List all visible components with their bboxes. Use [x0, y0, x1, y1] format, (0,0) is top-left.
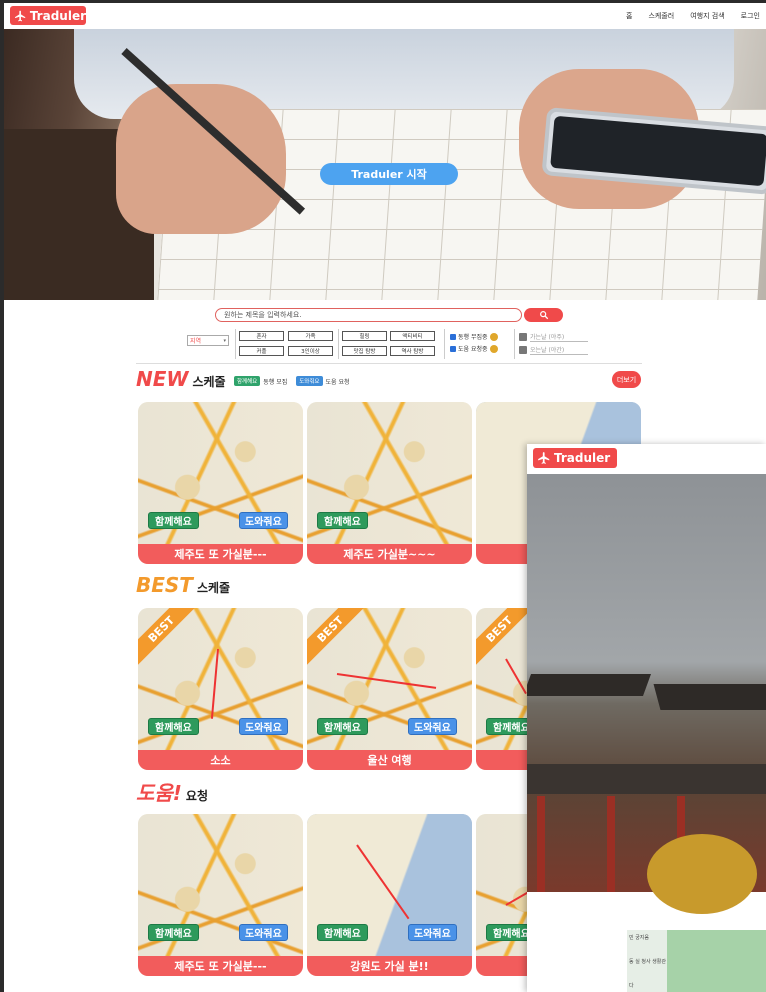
together-button[interactable]: 함께해요	[317, 924, 368, 941]
schedule-card[interactable]: 함께해요 도와줘요 강원도 가실 분!!	[307, 814, 472, 976]
help-title-big: 도움!	[136, 781, 182, 805]
logo-text: Traduler	[29, 8, 86, 23]
return-field-value: 오는날 (야간)	[530, 345, 588, 355]
airplane-icon	[538, 452, 550, 464]
palace-roof	[527, 674, 652, 696]
card-title: 울산 여행	[307, 750, 472, 770]
best-title-small: 스케줄	[196, 581, 231, 595]
check-companion[interactable]: 동행 무집중	[450, 332, 498, 341]
filter-activity[interactable]: 액티비티	[390, 331, 435, 341]
car-icon	[519, 333, 527, 341]
legend-help-text: 도움 요청	[325, 378, 350, 386]
nav-destination-search[interactable]: 여행지 검색	[690, 11, 724, 21]
region-select-value: 지역	[190, 338, 202, 345]
popup-logo-text: Traduler	[554, 451, 611, 465]
hero-banner: Traduler 시작	[4, 29, 766, 300]
card-title: 강원도 가실 분!!	[307, 956, 472, 976]
palace-roof	[527, 764, 766, 794]
search-icon	[539, 311, 548, 320]
help-button[interactable]: 도와줘요	[408, 924, 457, 941]
departure-field-value: 가는날 (야주)	[530, 332, 588, 342]
card-title: 제주도 가실분~~~	[307, 544, 472, 564]
together-button[interactable]: 함께해요	[317, 718, 368, 735]
filter-three-plus[interactable]: 3인이상	[288, 346, 333, 356]
together-button[interactable]: 함께해요	[317, 512, 368, 529]
help-button[interactable]: 도와줘요	[239, 718, 288, 735]
schedule-card[interactable]: 함께해요 도와줘요 제주도 또 가실분---	[138, 814, 303, 976]
top-nav: 홈 스케줄러 여행지 검색 로그인	[626, 11, 760, 21]
legend-help-tag: 도와줘요	[296, 376, 323, 386]
palace-pillar	[537, 796, 545, 892]
filter-family[interactable]: 가족	[288, 331, 333, 341]
help-title-small: 요청	[185, 789, 209, 803]
new-section-title: NEW 스케줄	[136, 367, 226, 391]
nav-login[interactable]: 로그인	[741, 11, 760, 21]
map-label: 동 실 청사 생활관	[629, 959, 666, 965]
best-section-title: BEST 스케줄	[136, 573, 230, 597]
map-label: 다	[629, 983, 634, 989]
check-help-label: 도움 요청중	[458, 346, 488, 353]
header: Traduler 홈 스케줄러 여행지 검색 로그인	[4, 3, 766, 29]
status-dot-icon	[489, 344, 498, 353]
filter-food-tour[interactable]: 맛집 탐방	[342, 346, 387, 356]
checkbox-icon	[450, 345, 456, 352]
help-button[interactable]: 도와줘요	[239, 924, 288, 941]
check-help-request[interactable]: 도움 요청중	[450, 344, 498, 353]
logo[interactable]: Traduler	[10, 6, 86, 25]
schedule-card[interactable]: BEST 함께해요 도와줘요 울산 여행	[307, 608, 472, 770]
filter-divider	[514, 329, 515, 359]
together-button[interactable]: 함께해요	[148, 718, 199, 735]
card-title: 소소	[138, 750, 303, 770]
filter-couple[interactable]: 커플	[239, 346, 284, 356]
check-companion-label: 동행 무집중	[458, 334, 488, 341]
search-input[interactable]: 원하는 제목을 입력하세요.	[215, 308, 522, 322]
palace-photo	[527, 474, 766, 914]
overlay-window[interactable]: Traduler 민 궁지움 동 실 청사 생활관 다	[527, 444, 766, 992]
help-section-title: 도움! 요청	[136, 777, 208, 806]
map-label: 민 궁지움	[629, 935, 649, 941]
schedule-card[interactable]: 함께해요 도와줘요 제주도 또 가실분---	[138, 402, 303, 564]
airplane-icon	[15, 10, 26, 21]
map-park	[667, 930, 766, 992]
departure-field[interactable]: 가는날 (야주)	[519, 332, 588, 342]
autumn-tree	[647, 834, 757, 914]
more-button[interactable]: 더보기	[612, 371, 641, 388]
together-button[interactable]: 함께해요	[148, 512, 199, 529]
new-title-small: 스케줄	[192, 375, 226, 389]
schedule-card[interactable]: 함께해요 제주도 가실분~~~	[307, 402, 472, 564]
help-button[interactable]: 도와줘요	[408, 718, 457, 735]
start-button[interactable]: Traduler 시작	[320, 163, 458, 185]
help-button[interactable]: 도와줘요	[239, 512, 288, 529]
section-divider	[136, 363, 642, 364]
hero-image-hand	[116, 84, 286, 234]
palace-roof	[653, 684, 766, 710]
popup-logo[interactable]: Traduler	[533, 448, 617, 468]
new-title-big: NEW	[136, 367, 189, 391]
filter-divider	[235, 329, 236, 359]
filter-divider	[338, 329, 339, 359]
filter-healing[interactable]: 힐링	[342, 331, 387, 341]
together-button[interactable]: 함께해요	[148, 924, 199, 941]
return-field[interactable]: 오는날 (야간)	[519, 345, 588, 355]
schedule-card[interactable]: BEST 함께해요 도와줘요 소소	[138, 608, 303, 770]
nav-scheduler[interactable]: 스케줄러	[648, 11, 674, 21]
search-button[interactable]	[524, 308, 563, 322]
card-title: 제주도 또 가실분---	[138, 956, 303, 976]
legend-together-text: 동행 모집	[263, 378, 288, 386]
best-title-big: BEST	[136, 573, 193, 597]
region-select[interactable]: 지역 ▾	[187, 335, 229, 346]
legend-together-tag: 함께해요	[234, 376, 261, 386]
filter-divider	[444, 329, 445, 359]
legend: 함께해요 동행 모집 도와줘요 도움 요청	[234, 376, 350, 386]
mini-map[interactable]: 민 궁지움 동 실 청사 생활관 다	[627, 930, 766, 992]
filter-alone[interactable]: 혼자	[239, 331, 284, 341]
status-dot-icon	[489, 332, 498, 341]
card-title: 제주도 또 가실분---	[138, 544, 303, 564]
palace-pillar	[607, 796, 615, 892]
chevron-down-icon: ▾	[223, 337, 226, 344]
nav-home[interactable]: 홈	[626, 11, 632, 21]
home-icon	[519, 346, 527, 354]
filter-history-tour[interactable]: 역사 탐방	[390, 346, 435, 356]
checkbox-icon	[450, 333, 456, 340]
